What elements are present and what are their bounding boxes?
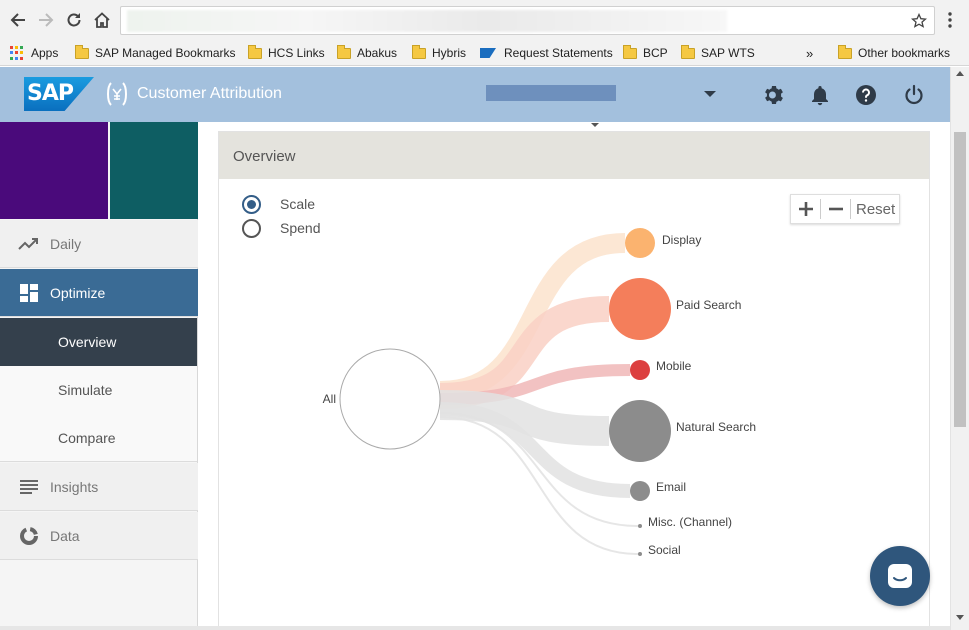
chevron-down-icon[interactable]	[704, 91, 716, 97]
bookmark-abakus[interactable]: Abakus	[337, 44, 397, 62]
sidebar-item-label: Optimize	[50, 284, 106, 301]
bookmark-label: Request Statements	[504, 46, 613, 60]
bookmark-label: SAP Managed Bookmarks	[95, 46, 236, 60]
app-header: SAP Customer Attribution	[0, 67, 950, 122]
sidebar-subitem-label: Compare	[58, 429, 116, 446]
folder-icon	[248, 44, 262, 59]
panel-header: Overview	[219, 132, 929, 179]
page-scrollbar[interactable]	[950, 67, 969, 630]
scroll-down-icon[interactable]	[956, 615, 964, 620]
bookmark-other[interactable]: Other bookmarks	[838, 44, 950, 62]
browser-toolbar	[0, 0, 969, 40]
bookmarks-bar: Apps SAP Managed Bookmarks HCS Links Aba…	[0, 40, 969, 66]
power-icon[interactable]	[902, 83, 926, 107]
overflow-chevron-icon: »	[806, 45, 814, 61]
bell-icon[interactable]	[808, 83, 832, 107]
zoom-reset-button[interactable]: Reset	[851, 201, 895, 218]
address-blurred-url	[127, 10, 727, 32]
address-bar[interactable]	[120, 6, 935, 35]
bookmark-sap-managed[interactable]: SAP Managed Bookmarks	[75, 44, 236, 62]
back-icon[interactable]	[6, 8, 30, 32]
sidebar-subitem-label: Simulate	[58, 382, 113, 398]
folder-icon	[75, 44, 89, 59]
bookmark-hybris[interactable]: Hybris	[412, 44, 466, 62]
radio-scale[interactable]	[242, 195, 261, 214]
dashboard-icon	[18, 282, 40, 304]
sidebar-subitem-compare[interactable]: Compare	[0, 414, 197, 462]
account-selector[interactable]	[486, 85, 616, 101]
bookmark-label: HCS Links	[268, 46, 325, 60]
home-icon[interactable]	[90, 8, 114, 32]
trending-up-icon	[18, 233, 40, 255]
sidebar-item-data[interactable]: Data	[0, 512, 198, 560]
sidebar-subitem-simulate[interactable]: Simulate	[0, 366, 197, 414]
sidebar-item-optimize[interactable]: Optimize	[0, 269, 198, 317]
purple-tile	[0, 122, 108, 219]
zoom-controls: Reset	[790, 194, 900, 224]
bookmark-sap-wts[interactable]: SAP WTS	[681, 44, 755, 62]
sidebar: Daily Optimize Overview Simulate Compare…	[0, 122, 198, 630]
donut-icon	[18, 525, 40, 547]
bookmark-label: Other bookmarks	[858, 46, 951, 60]
app-title: Customer Attribution	[137, 85, 282, 102]
sidebar-item-label: Data	[50, 527, 80, 544]
teal-tile	[110, 122, 198, 219]
browser-menu-icon[interactable]	[940, 8, 960, 32]
customer-attribution-icon	[104, 81, 130, 107]
bookmarks-overflow[interactable]: »	[806, 44, 813, 62]
sap-logo[interactable]: SAP	[24, 77, 94, 111]
sap-icon	[480, 48, 496, 58]
bookmark-label: BCP	[643, 46, 668, 60]
help-icon[interactable]	[854, 83, 878, 107]
zoom-in-button[interactable]	[791, 195, 820, 223]
radio-scale-label: Scale	[280, 196, 316, 212]
radio-spend[interactable]	[242, 219, 261, 238]
sidebar-item-label: Daily	[50, 235, 82, 252]
sap-logo-text: SAP	[27, 81, 74, 106]
apps-grid-icon	[10, 46, 24, 60]
radio-spend-label: Spend	[280, 220, 321, 236]
bookmark-hcs-links[interactable]: HCS Links	[248, 44, 325, 62]
page-bottom-edge	[0, 626, 950, 630]
bookmark-star-icon[interactable]	[908, 10, 930, 32]
folder-icon	[623, 44, 637, 59]
panel-title: Overview	[233, 148, 296, 165]
folder-icon	[838, 44, 852, 59]
bookmark-bcp[interactable]: BCP	[623, 44, 668, 62]
reload-icon[interactable]	[62, 8, 86, 32]
folder-icon	[681, 44, 695, 59]
zoom-out-button[interactable]	[821, 195, 850, 223]
gear-icon[interactable]	[762, 83, 786, 107]
sidebar-subitem-overview[interactable]: Overview	[0, 318, 197, 366]
bookmark-label: SAP WTS	[701, 46, 755, 60]
sidebar-item-insights[interactable]: Insights	[0, 463, 198, 511]
chat-launcher-button[interactable]	[870, 546, 930, 606]
list-lines-icon	[18, 476, 40, 498]
sidebar-subitem-label: Overview	[58, 334, 117, 350]
folder-icon	[412, 44, 426, 59]
bookmark-label: Abakus	[357, 46, 398, 60]
scroll-up-icon[interactable]	[956, 71, 964, 76]
collapse-caret-icon[interactable]	[591, 123, 599, 127]
bookmark-label: Hybris	[432, 46, 467, 60]
bookmark-apps[interactable]: Apps	[10, 44, 58, 62]
bookmark-request-statements[interactable]: Request Statements	[480, 44, 613, 62]
folder-icon	[337, 44, 351, 59]
bookmark-label: Apps	[31, 46, 59, 60]
scroll-thumb[interactable]	[954, 132, 966, 427]
chat-icon	[888, 564, 912, 588]
sidebar-item-label: Insights	[50, 478, 99, 495]
forward-icon[interactable]	[34, 8, 58, 32]
sidebar-item-daily[interactable]: Daily	[0, 220, 198, 268]
